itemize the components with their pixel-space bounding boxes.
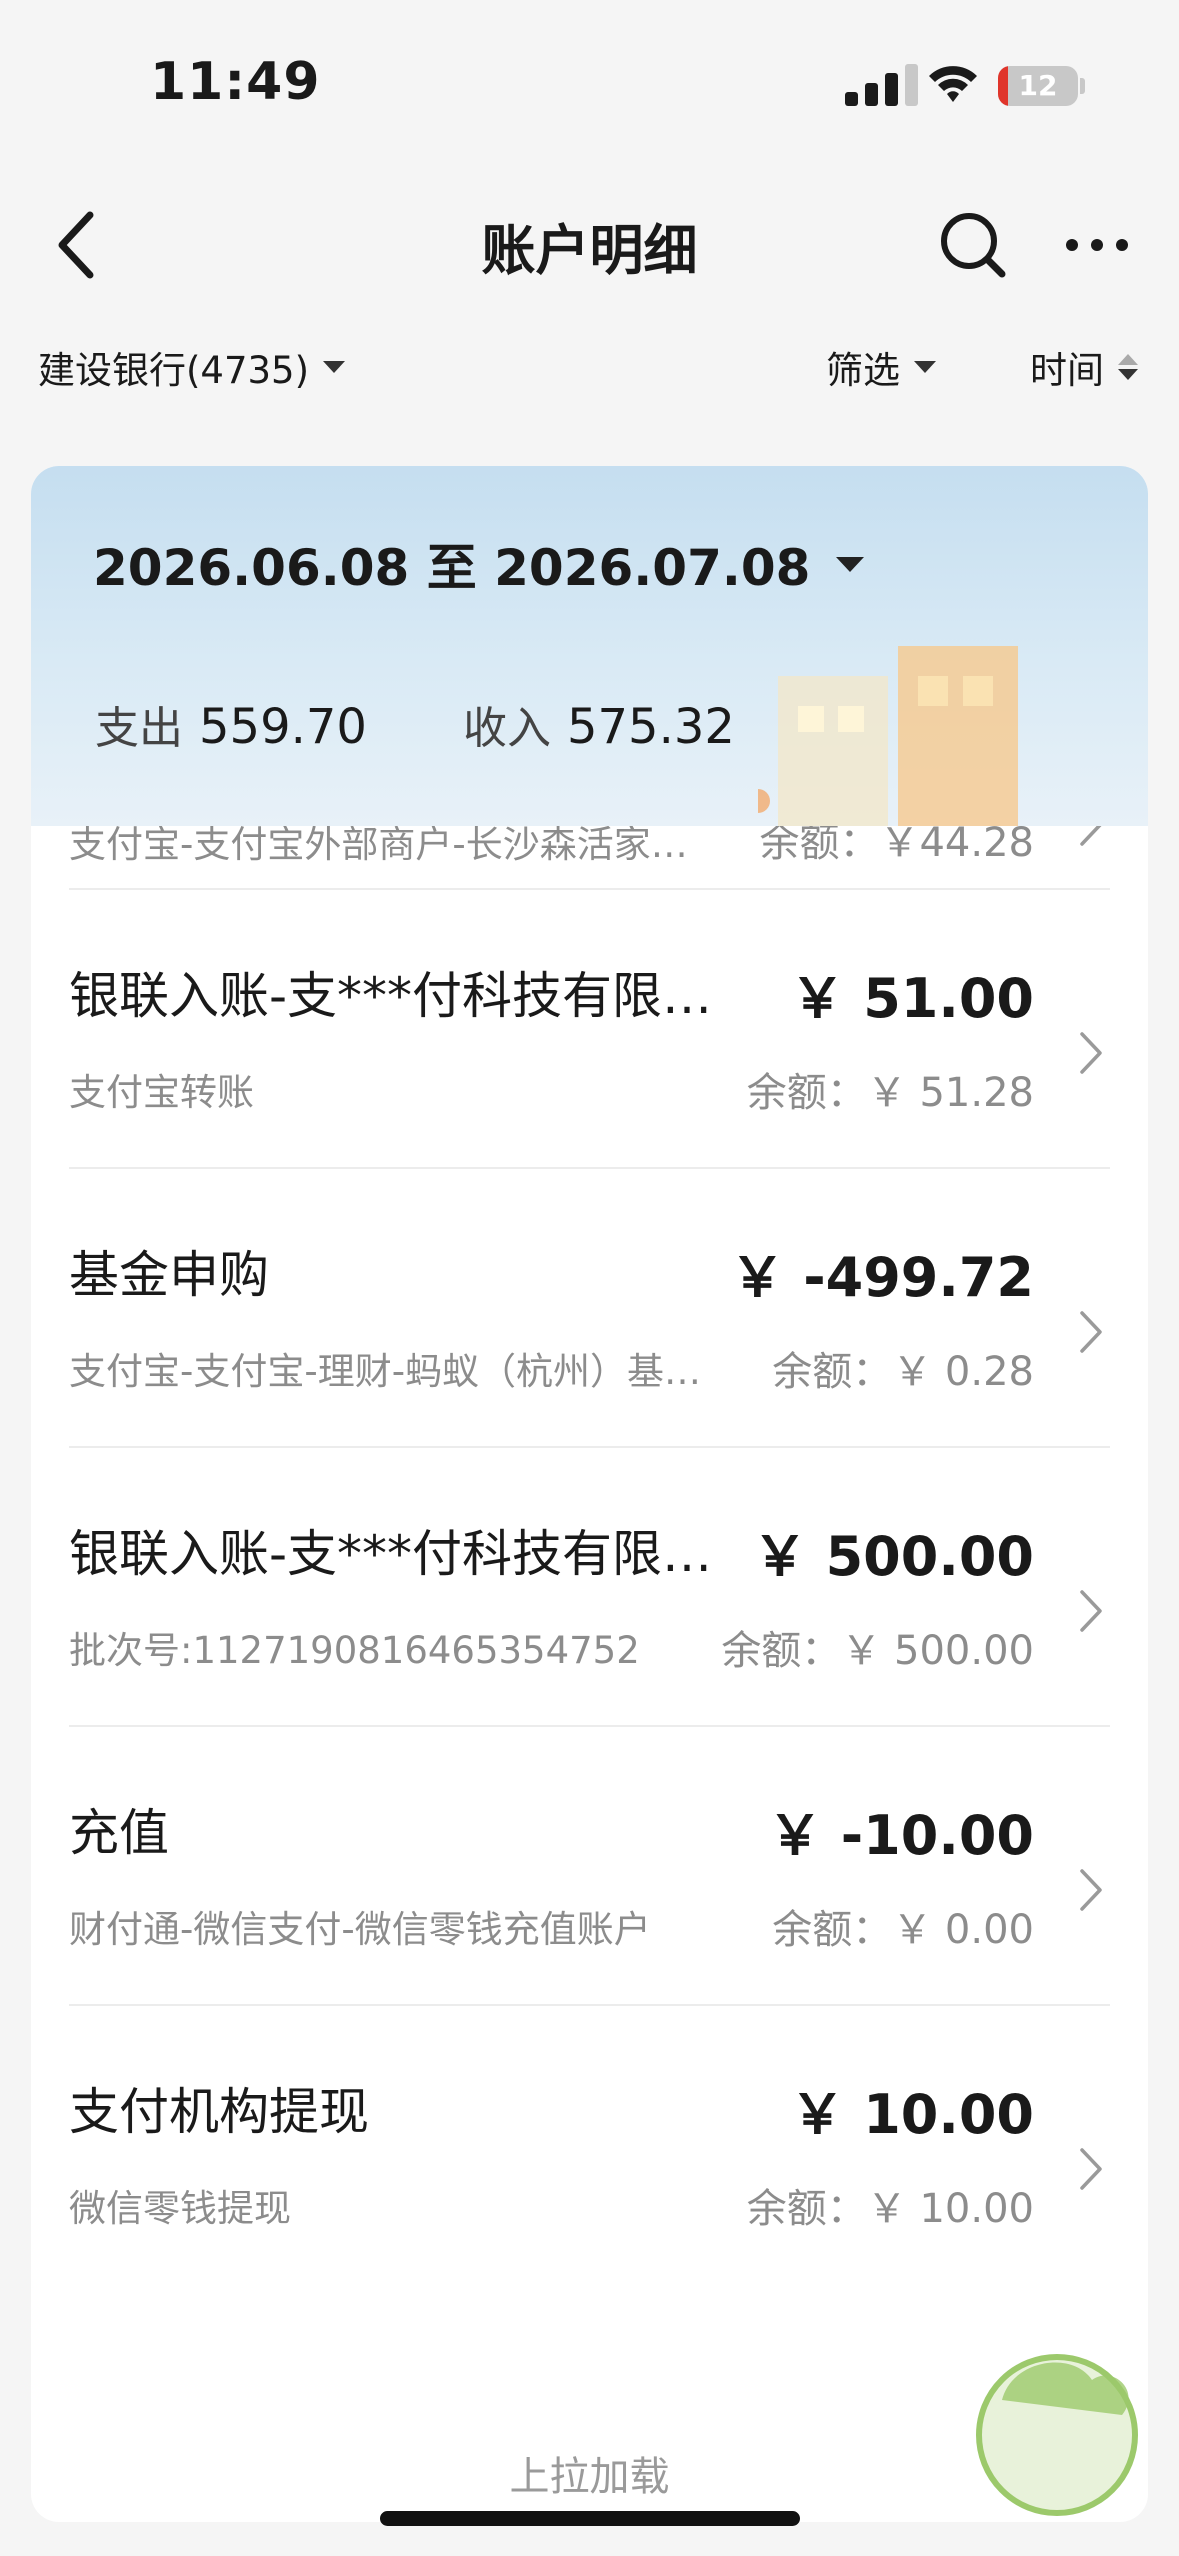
caret-down-icon bbox=[836, 556, 865, 572]
transaction-subtitle: 支付宝-支付宝-理财-蚂蚁（杭州）基… bbox=[69, 1350, 702, 1393]
date-range-selector[interactable]: 2026.06.08 至 2026.07.08 bbox=[93, 528, 865, 600]
transaction-subtitle: 财付通-微信支付-微信零钱充值账户 bbox=[69, 1908, 651, 1951]
filter-dropdown[interactable]: 筛选 bbox=[826, 340, 936, 394]
search-icon[interactable] bbox=[938, 210, 1008, 280]
transaction-amount: ￥ -10.00 bbox=[767, 1804, 1034, 1867]
transaction-row[interactable]: 银联入账-支***付科技有限… ￥ 51.00 支付宝转账 余额：￥ 51.28 bbox=[69, 890, 1110, 1169]
chevron-right-icon bbox=[1080, 1869, 1102, 1911]
status-time: 11:49 bbox=[150, 52, 321, 112]
transaction-amount: ￥ -499.72 bbox=[730, 1246, 1034, 1309]
transaction-amount: ￥ 51.00 bbox=[790, 967, 1034, 1030]
transaction-balance: 余额：￥ 51.28 bbox=[746, 1070, 1034, 1116]
expense-value: 559.70 bbox=[199, 699, 367, 755]
status-bar: 11:49 12 bbox=[0, 0, 1179, 150]
transaction-amount: ￥ 10.00 bbox=[790, 2083, 1034, 2146]
watermark-logo bbox=[976, 2354, 1138, 2516]
transaction-subtitle: 微信零钱提现 bbox=[69, 2187, 291, 2230]
battery-percent: 12 bbox=[1018, 69, 1058, 102]
transaction-balance: 余额：￥ 0.00 bbox=[772, 1907, 1034, 1953]
chevron-right-icon bbox=[1080, 1032, 1102, 1074]
filter-dropdown-label: 筛选 bbox=[826, 349, 900, 392]
transaction-title: 银联入账-支***付科技有限… bbox=[69, 967, 713, 1025]
filter-row: 建设银行(4735) 筛选 时间 bbox=[0, 340, 1179, 400]
home-indicator bbox=[380, 2511, 800, 2526]
caret-down-icon bbox=[323, 361, 346, 373]
date-range-label: 2026.06.08 至 2026.07.08 bbox=[93, 539, 811, 597]
income-value: 575.32 bbox=[566, 699, 735, 755]
transaction-balance: 余额：￥ 500.00 bbox=[721, 1628, 1034, 1674]
transaction-row[interactable]: 充值 ￥ -10.00 财付通-微信支付-微信零钱充值账户 余额：￥ 0.00 bbox=[69, 1727, 1110, 2006]
transaction-title: 基金申购 bbox=[69, 1246, 269, 1304]
time-sort-label: 时间 bbox=[1030, 349, 1104, 392]
transaction-title: 充值 bbox=[69, 1804, 169, 1862]
totals-row: 支出 559.70 收入 575.32 bbox=[95, 692, 831, 756]
expense-label: 支出 bbox=[95, 703, 183, 754]
income-label: 收入 bbox=[462, 703, 551, 754]
more-icon[interactable] bbox=[1062, 225, 1132, 265]
transaction-subtitle: 支付宝转账 bbox=[69, 1071, 254, 1114]
transaction-row[interactable]: 基金申购 ￥ -499.72 支付宝-支付宝-理财-蚂蚁（杭州）基… 余额：￥ … bbox=[69, 1169, 1110, 1448]
battery-icon: 12 bbox=[998, 66, 1078, 106]
transaction-amount: ￥ 500.00 bbox=[752, 1525, 1034, 1588]
summary-banner: 2026.06.08 至 2026.07.08 支出 559.70 收入 575… bbox=[31, 466, 1148, 826]
caret-down-icon bbox=[914, 361, 936, 373]
transactions-card: 2026.06.08 至 2026.07.08 支出 559.70 收入 575… bbox=[31, 466, 1148, 2522]
battery-tip bbox=[1080, 78, 1085, 94]
income-total: 收入 575.32 bbox=[463, 692, 735, 756]
sort-arrows-icon bbox=[1118, 354, 1138, 380]
transaction-list: 支付宝-支付宝外部商户-长沙森活家… 余额：￥44.28 银联入账-支***付科… bbox=[31, 796, 1148, 2285]
account-select-label: 建设银行(4735) bbox=[38, 349, 310, 392]
account-select[interactable]: 建设银行(4735) bbox=[38, 340, 346, 394]
transaction-title: 支付机构提现 bbox=[69, 2083, 369, 2141]
chevron-right-icon bbox=[1080, 1311, 1102, 1353]
transaction-balance: 余额：￥ 0.28 bbox=[772, 1349, 1034, 1395]
wifi-icon bbox=[929, 66, 977, 102]
transaction-subtitle: 批次号:1127190816465354752 bbox=[69, 1629, 640, 1672]
chevron-right-icon bbox=[1080, 2148, 1102, 2190]
transaction-row[interactable]: 银联入账-支***付科技有限… ￥ 500.00 批次号:11271908164… bbox=[69, 1448, 1110, 1727]
transaction-title: 银联入账-支***付科技有限… bbox=[69, 1525, 713, 1583]
transaction-row[interactable]: 支付机构提现 ￥ 10.00 微信零钱提现 余额：￥ 10.00 bbox=[69, 2006, 1110, 2285]
time-sort-toggle[interactable]: 时间 bbox=[1030, 340, 1138, 394]
expense-total: 支出 559.70 bbox=[95, 692, 367, 756]
chevron-right-icon bbox=[1080, 1590, 1102, 1632]
cellular-signal-icon bbox=[845, 64, 918, 106]
transaction-balance: 余额：￥ 10.00 bbox=[746, 2186, 1034, 2232]
